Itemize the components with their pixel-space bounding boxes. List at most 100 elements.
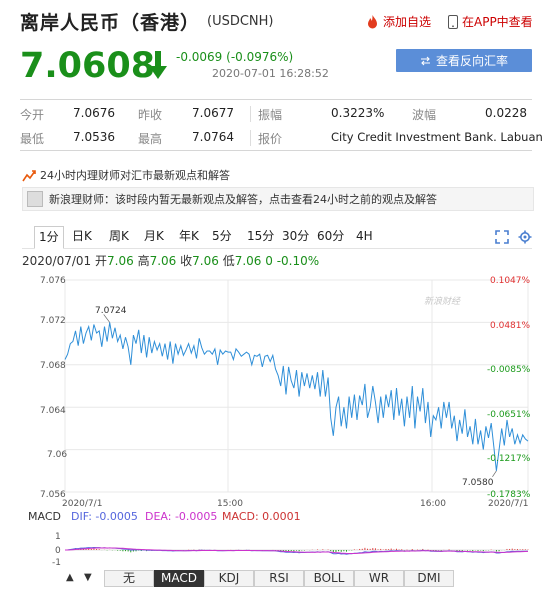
add-favorite-button[interactable]: 添加自选 <box>366 13 431 30</box>
tab-yearly[interactable]: 年K <box>175 226 203 247</box>
indicator-tab-dmi[interactable]: DMI <box>404 570 454 587</box>
reverse-rate-button[interactable]: 查看反向汇率 <box>396 49 532 72</box>
y-tick-label: 7.068 <box>40 361 66 371</box>
view-in-app-button[interactable]: 在APP中查看 <box>448 13 533 30</box>
pct-tick-label: -0.0085% <box>487 365 531 375</box>
tab-60min[interactable]: 60分 <box>313 226 348 247</box>
stats-row-1: 今开 7.0676 昨收 7.0677 振幅 0.3223% 波幅 0.0228 <box>20 106 532 122</box>
view-in-app-label: 在APP中查看 <box>462 15 533 29</box>
macd-scale-label: -1 <box>52 558 61 568</box>
news-headline: 24小时内理财师对汇市最新观点和解答 <box>40 169 230 182</box>
macd-chart <box>64 546 529 555</box>
open-label: 今开 <box>20 108 45 122</box>
chart-info-line: 2020/07/01 开7.06 高7.06 收7.06 低7.06 0 -0.… <box>22 252 319 269</box>
macd-value: MACD: 0.0001 <box>222 510 301 523</box>
scroll-up-button[interactable]: ▲ <box>66 572 74 583</box>
chart-annotations <box>103 314 497 477</box>
tab-30min[interactable]: 30分 <box>278 226 313 247</box>
indicator-tab-boll[interactable]: BOLL <box>304 570 354 587</box>
stats-row-2: 最低 7.0536 最高 7.0764 报价 City Credit Inves… <box>20 130 543 146</box>
y-tick-label: 7.064 <box>40 406 66 416</box>
quoter-label: 报价 <box>258 132 283 146</box>
settings-icon[interactable] <box>518 230 532 244</box>
price-chart[interactable] <box>0 270 550 570</box>
x-tick-label: 2020/7/1 <box>62 499 103 509</box>
reverse-rate-label: 查看反向汇率 <box>435 54 508 68</box>
close-tag: 收 <box>180 254 193 268</box>
min-price-label: 7.0580 <box>462 478 494 488</box>
open-value: 7.0676 <box>73 106 115 120</box>
add-favorite-label: 添加自选 <box>383 15 432 29</box>
scroll-down-button[interactable]: ▼ <box>84 572 92 583</box>
open-tag: 开 <box>95 254 108 268</box>
tab-15min[interactable]: 15分 <box>243 226 278 247</box>
indicator-tab-none[interactable]: 无 <box>104 570 154 587</box>
price-line <box>64 322 529 471</box>
low-value: 7.0536 <box>73 130 115 144</box>
chart-change: 0 -0.10% <box>265 254 320 268</box>
prev-close-value: 7.0677 <box>192 106 234 120</box>
tab-weekly[interactable]: 周K <box>105 226 133 247</box>
news-headline-link[interactable]: 24小时内理财师对汇市最新观点和解答 <box>22 167 230 183</box>
macd-dif: DIF: -0.0005 <box>71 510 138 523</box>
pct-tick-label: -0.0651% <box>487 410 531 420</box>
divider <box>20 99 532 100</box>
advisor-message[interactable]: 新浪理财师：该时段内暂无最新观点及解答，点击查看24小时之前的观点及解答 <box>22 187 534 211</box>
tab-monthly[interactable]: 月K <box>140 226 168 247</box>
low-label: 最低 <box>20 132 45 146</box>
macd-title: MACD <box>28 510 61 523</box>
pct-tick-label: 0.1047% <box>490 276 531 286</box>
tab-4h[interactable]: 4H <box>352 226 377 247</box>
pct-tick-label: -0.1217% <box>487 454 531 464</box>
y-tick-label: 7.06 <box>47 450 68 460</box>
range-value: 0.0228 <box>485 106 527 120</box>
max-price-label: 7.0724 <box>95 306 127 316</box>
tab-5min[interactable]: 5分 <box>208 226 236 247</box>
watermark: 新浪财经 <box>424 297 461 307</box>
swap-icon <box>420 56 430 65</box>
currency-code: (USDCNH) <box>207 14 274 29</box>
quote-timestamp: 2020-07-01 16:28:52 <box>212 67 329 80</box>
chart-high: 7.06 <box>149 254 177 268</box>
indicator-tab-wr[interactable]: WR <box>354 570 404 587</box>
amplitude-label: 振幅 <box>258 108 283 122</box>
fullscreen-icon[interactable] <box>495 230 509 244</box>
y-tick-label: 7.076 <box>40 276 66 286</box>
indicator-tab-kdj[interactable]: KDJ <box>204 570 254 587</box>
chart-period-tabs: 1分 日K 周K 月K 年K 5分 15分 30分 60分 4H <box>22 226 532 249</box>
x-tick-label: 15:00 <box>217 499 243 509</box>
low-tag: 低 <box>222 254 235 268</box>
quoter-value: City Credit Investment Bank. Labuan <box>331 130 543 144</box>
tab-1min[interactable]: 1分 <box>34 226 64 249</box>
divider <box>250 106 251 122</box>
page-title: 离岸人民币（香港） <box>20 12 201 34</box>
indicator-tab-macd[interactable]: MACD <box>154 570 204 587</box>
pct-tick-label: 0.0481% <box>490 321 531 331</box>
indicator-tab-rsi[interactable]: RSI <box>254 570 304 587</box>
current-price: 7.0608 <box>20 46 156 86</box>
flame-icon <box>368 14 377 28</box>
high-value: 7.0764 <box>192 130 234 144</box>
y-tick-label: 7.072 <box>40 316 66 326</box>
chart-low: 7.06 <box>234 254 262 268</box>
tab-daily[interactable]: 日K <box>68 226 96 247</box>
prev-close-label: 昨收 <box>138 108 163 122</box>
divider <box>250 130 251 146</box>
amplitude-value: 0.3223% <box>331 106 385 120</box>
chart-grid <box>64 279 529 493</box>
avatar <box>27 191 43 207</box>
high-label: 最高 <box>138 132 163 146</box>
trend-icon <box>22 169 36 181</box>
divider <box>20 150 532 151</box>
chart-open: 7.06 <box>107 254 134 268</box>
chart-info-date: 2020/07/01 <box>22 254 92 268</box>
down-arrow-icon <box>149 51 167 79</box>
phone-icon <box>448 14 458 29</box>
macd-scale-label: 0 <box>55 546 61 556</box>
macd-scale-label: 1 <box>55 532 61 542</box>
range-label: 波幅 <box>412 108 437 122</box>
chart-close: 7.06 <box>192 254 219 268</box>
high-tag: 高 <box>137 254 150 268</box>
macd-dea: DEA: -0.0005 <box>145 510 218 523</box>
advisor-message-text: 新浪理财师：该时段内暂无最新观点及解答，点击查看24小时之前的观点及解答 <box>49 193 437 206</box>
